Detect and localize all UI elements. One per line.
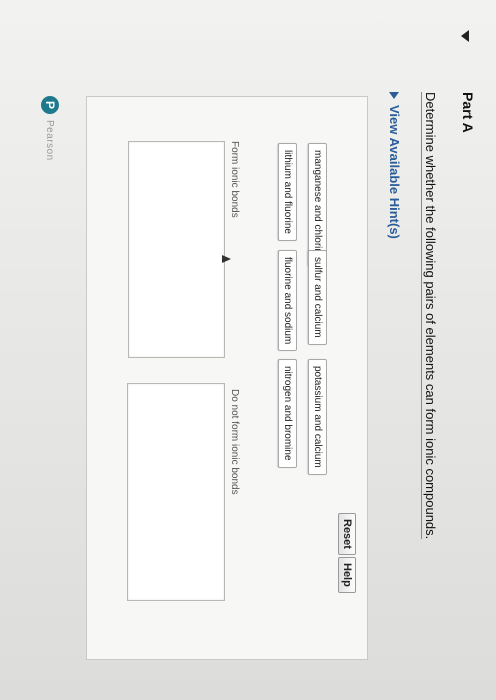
help-button[interactable]: Help <box>338 557 356 593</box>
pair-chip[interactable]: manganese and chlorine <box>308 143 327 267</box>
view-hints-link[interactable]: View Available Hint(s) <box>387 92 402 239</box>
drag-drop-panel: Reset Help manganese and chlorine sulfur… <box>86 96 368 660</box>
pair-chip[interactable]: potassium and calcium <box>308 359 327 475</box>
pearson-wordmark: Pearson <box>44 120 56 161</box>
rotated-screen: Part A Determine whether the following p… <box>0 0 496 700</box>
do-not-form-ionic-bonds-label: Do not form ionic bonds <box>229 389 240 495</box>
pair-chip[interactable]: fluorine and sodium <box>278 250 297 352</box>
form-ionic-bonds-dropzone[interactable] <box>128 141 225 358</box>
do-not-form-ionic-bonds-dropzone[interactable] <box>127 383 225 601</box>
pearson-logo: P Pearson <box>41 96 59 161</box>
view-hints-label: View Available Hint(s) <box>387 105 402 239</box>
pair-chip[interactable]: nitrogen and bromine <box>278 359 297 468</box>
expand-arrow-icon <box>389 92 400 99</box>
pair-chip[interactable]: sulfur and calcium <box>308 250 327 345</box>
question-text: Determine whether the following pairs of… <box>421 92 438 540</box>
collapse-toggle-icon[interactable] <box>461 30 469 42</box>
pair-chip[interactable]: lithium and fluorine <box>278 143 297 241</box>
form-ionic-bonds-label: Form ionic bonds <box>229 141 240 218</box>
part-title: Part A <box>460 92 476 133</box>
reset-button[interactable]: Reset <box>338 513 356 555</box>
pearson-p-icon: P <box>41 96 59 114</box>
mouse-cursor-icon <box>222 255 231 263</box>
